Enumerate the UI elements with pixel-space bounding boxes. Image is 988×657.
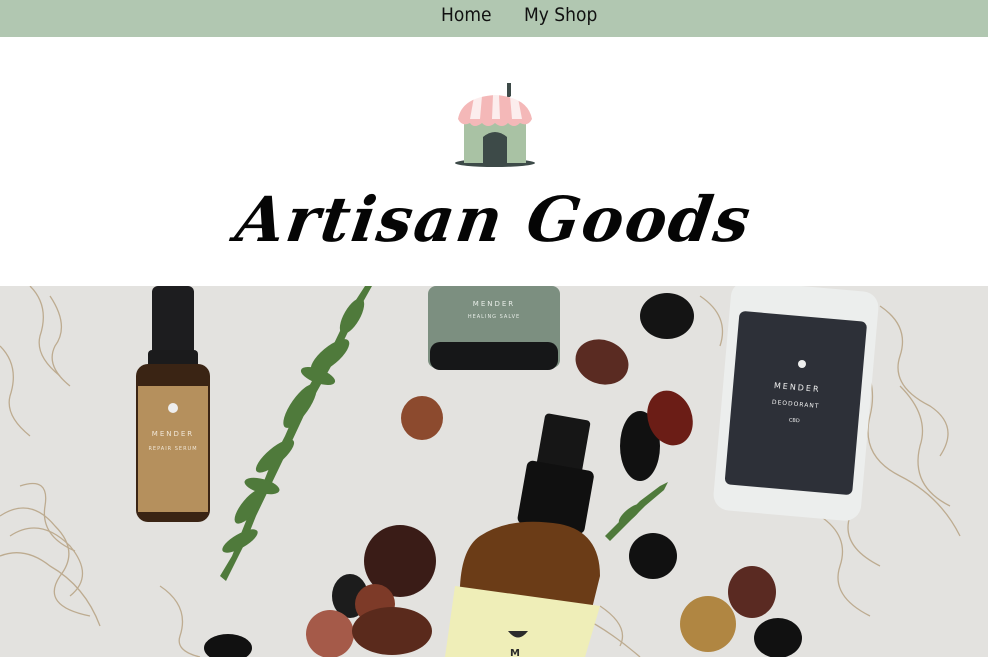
hero-banner: MENDER REPAIR SERUM MENDER HEALING SALVE — [0, 286, 988, 657]
svg-text:MENDER: MENDER — [152, 430, 194, 438]
brand-title: Artisan Goods — [231, 183, 757, 256]
svg-text:MENDER: MENDER — [473, 300, 515, 308]
site-header: Artisan Goods — [0, 37, 988, 286]
top-navbar: Home My Shop — [0, 0, 988, 37]
svg-text:HEALING SALVE: HEALING SALVE — [468, 314, 520, 320]
nav-my-shop-link[interactable]: My Shop — [524, 4, 597, 26]
salve-jar: MENDER HEALING SALVE — [428, 286, 560, 370]
svg-text:CBD: CBD — [789, 417, 800, 424]
deodorant-stick: MENDER DEODORANT CBD — [713, 286, 879, 521]
nav-home-link[interactable]: Home — [441, 4, 491, 26]
svg-text:REPAIR SERUM: REPAIR SERUM — [148, 446, 197, 452]
storefront-icon — [455, 83, 535, 167]
product-photo: MENDER REPAIR SERUM MENDER HEALING SALVE — [0, 286, 988, 657]
svg-text:M: M — [510, 648, 520, 657]
